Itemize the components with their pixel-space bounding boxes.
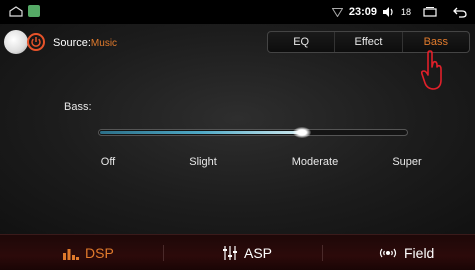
status-bar: 23:09 18 bbox=[0, 0, 475, 24]
nav-divider bbox=[163, 245, 164, 261]
nav-asp[interactable]: ASP bbox=[222, 245, 272, 261]
status-right: 23:09 18 bbox=[331, 4, 467, 20]
level-off[interactable]: Off bbox=[101, 156, 115, 168]
source-label: Source: bbox=[53, 37, 91, 49]
home-icon[interactable] bbox=[9, 6, 23, 17]
bottom-nav: DSP ASP Field bbox=[0, 234, 475, 270]
level-super[interactable]: Super bbox=[392, 156, 421, 168]
nav-field[interactable]: Field bbox=[378, 245, 434, 261]
sliders-icon bbox=[223, 246, 237, 260]
level-slight[interactable]: Slight bbox=[189, 156, 217, 168]
tab-bass[interactable]: Bass bbox=[403, 32, 469, 52]
power-button[interactable] bbox=[27, 33, 45, 51]
nav-dsp-label: DSP bbox=[85, 245, 114, 261]
back-icon[interactable] bbox=[453, 7, 467, 18]
tab-effect[interactable]: Effect bbox=[335, 32, 401, 52]
nav-divider bbox=[322, 245, 323, 261]
source-indicator: Source:Music bbox=[53, 37, 117, 49]
clock: 23:09 bbox=[348, 6, 377, 18]
pointer-hand-icon bbox=[421, 50, 442, 90]
bass-slider[interactable] bbox=[98, 127, 408, 138]
nav-dsp[interactable]: DSP bbox=[63, 245, 114, 261]
bass-title: Bass: bbox=[64, 101, 92, 113]
nav-asp-label: ASP bbox=[244, 245, 273, 261]
wifi-icon bbox=[331, 7, 343, 17]
tab-eq[interactable]: EQ bbox=[268, 32, 334, 52]
slider-knob[interactable] bbox=[292, 127, 311, 138]
nav-field-label: Field bbox=[404, 245, 435, 261]
recent-apps-icon[interactable] bbox=[423, 7, 437, 17]
slider-fill bbox=[100, 131, 302, 134]
source-value: Music bbox=[90, 38, 118, 49]
gallery-icon bbox=[28, 5, 40, 17]
volume-level: 18 bbox=[400, 7, 411, 17]
level-moderate[interactable]: Moderate bbox=[292, 156, 338, 168]
power-icon bbox=[31, 37, 41, 47]
sound-field-icon bbox=[379, 248, 397, 258]
volume-icon bbox=[382, 7, 393, 17]
equalizer-bars-icon bbox=[63, 248, 79, 260]
power-toggle[interactable] bbox=[4, 30, 28, 54]
